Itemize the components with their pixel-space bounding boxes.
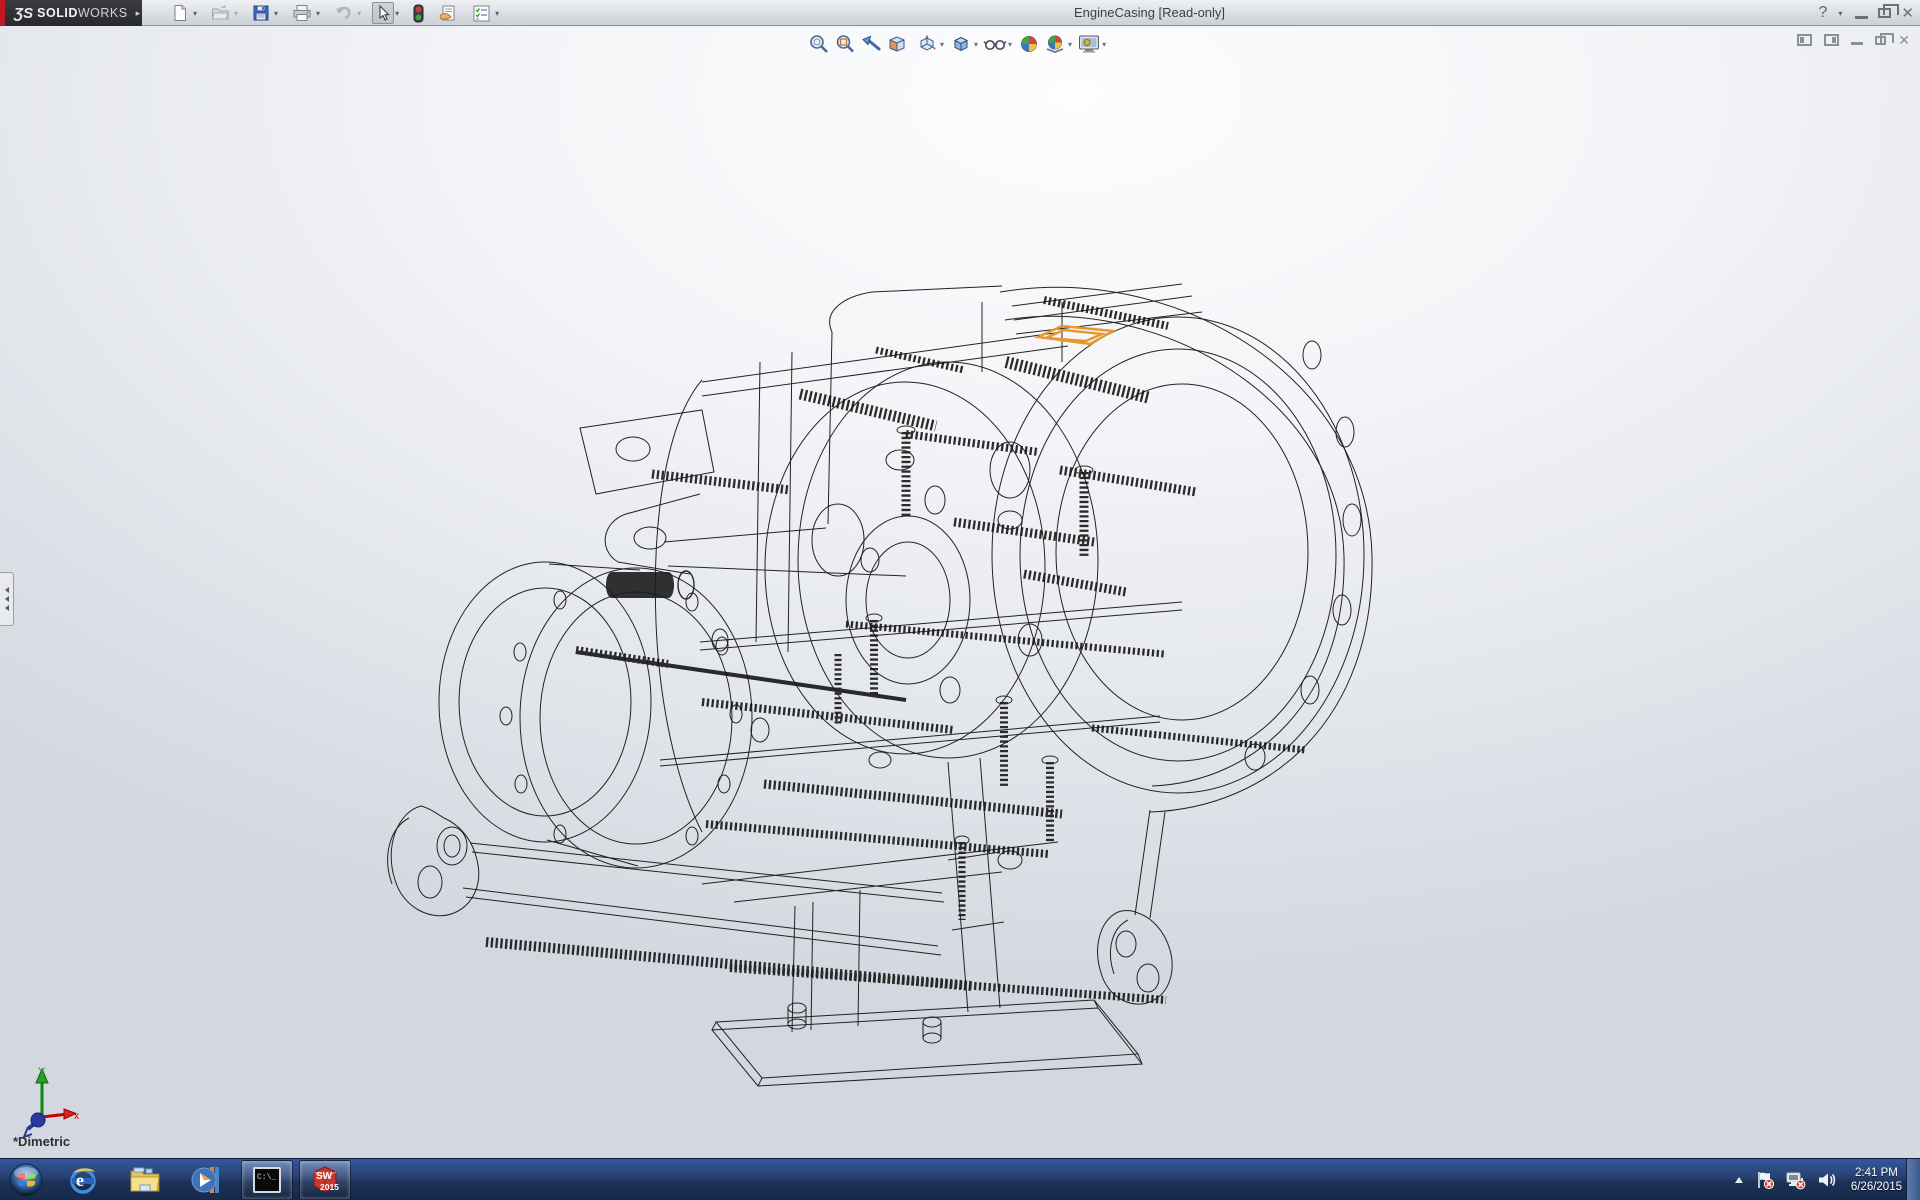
triad-y-label: Y [38,1066,46,1078]
logo-red-stripe [0,0,5,26]
orientation-label: *Dimetric [13,1134,70,1149]
windows-start-orb-icon [8,1162,44,1198]
logo-bold: SOLID [37,6,78,20]
options-button[interactable] [469,2,494,24]
taskbar: e [0,1158,1920,1200]
taskbar-solidworks-2015[interactable]: SW 2015 [299,1160,351,1200]
undo-icon [334,4,353,22]
screen: ƷS SOLIDWORKS ▸ ▾ ▾ [0,0,1920,1200]
shafts-and-springs [486,300,1306,1000]
restore-button[interactable] [1878,8,1891,18]
minimize-button[interactable] [1855,16,1868,19]
menu-expand-arrow-icon[interactable]: ▸ [136,8,141,19]
open-dropdown-arrow[interactable]: ▾ [234,9,238,18]
command-prompt-icon: C:\_ [251,1165,283,1195]
titlebar-controls: ? ▾ ✕ [1819,0,1915,26]
volume-icon [1817,1171,1837,1189]
help-dropdown-arrow[interactable]: ▾ [1838,9,1842,18]
show-hidden-icons-icon [1733,1175,1745,1185]
sw-text: SW [316,1171,333,1182]
file-properties-button[interactable] [435,2,461,24]
save-dropdown-arrow[interactable]: ▾ [274,9,278,18]
taskbar-command-prompt[interactable]: C:\_ [241,1160,293,1200]
rebuild-traffic-light-icon [413,4,424,23]
print-icon [292,4,312,22]
open-folder-icon [211,4,230,22]
ie-letter: e [76,1170,84,1190]
volume-button[interactable] [1817,1171,1837,1189]
sw-year: 2015 [320,1182,339,1192]
triad-x-label: x [74,1111,79,1122]
taskbar-clock[interactable]: 2:41 PM 6/26/2015 [1851,1166,1902,1194]
undo-button[interactable] [331,2,356,24]
internet-explorer-icon: e [67,1164,99,1196]
select-cursor-icon [375,5,391,22]
help-button[interactable]: ? [1819,5,1828,21]
orientation-triad: Y x [16,1065,80,1141]
solidworks-logo-symbol: ƷS [14,5,33,22]
show-hidden-icons-button[interactable] [1733,1175,1745,1185]
quick-access-toolbar: ▾ ▾ ▾ [168,1,502,25]
clock-time: 2:41 PM [1851,1166,1902,1180]
rebuild-button[interactable] [410,2,427,24]
window-title: EngineCasing [Read-only] [1074,5,1225,20]
select-dropdown-arrow[interactable]: ▾ [395,9,399,18]
left-flange-rings [439,562,752,868]
right-rocker-arm [1098,911,1172,1005]
select-button[interactable] [372,2,394,24]
show-desktop-button[interactable] [1906,1159,1920,1200]
action-center-flag-icon [1755,1170,1775,1190]
close-button[interactable]: ✕ [1901,4,1914,22]
solidworks-logo-text: SOLIDWORKS [37,6,127,20]
options-icon [472,4,491,23]
taskbar-internet-explorer[interactable]: e [53,1160,113,1200]
print-dropdown-arrow[interactable]: ▾ [316,9,320,18]
save-button[interactable] [249,2,273,24]
right-casing [830,284,1372,812]
new-document-icon [171,4,189,22]
taskbar-windows-explorer[interactable] [115,1160,175,1200]
solidworks-menu-button[interactable]: ƷS SOLIDWORKS ▸ [0,0,142,26]
new-dropdown-arrow[interactable]: ▾ [193,9,197,18]
network-error-icon [1785,1170,1807,1190]
network-status-button[interactable] [1785,1170,1807,1190]
save-icon [252,4,270,22]
media-player-icon [190,1164,224,1196]
system-tray: 2:41 PM 6/26/2015 [1733,1159,1902,1200]
title-bar: ƷS SOLIDWORKS ▸ ▾ ▾ [0,0,1920,26]
cmd-text: C:\_ [257,1173,276,1182]
base-plate [712,1000,1142,1086]
solidworks-2015-icon: SW 2015 [308,1163,342,1197]
start-button[interactable] [0,1159,52,1200]
options-dropdown-arrow[interactable]: ▾ [495,9,499,18]
graphics-viewport[interactable]: ▾ ▾ ▾ [0,27,1920,1158]
logo-light: WORKS [78,6,128,20]
file-properties-icon [438,4,458,23]
open-button[interactable] [208,2,233,24]
taskbar-media-player[interactable] [177,1160,237,1200]
new-document-button[interactable] [168,2,192,24]
print-button[interactable] [289,2,315,24]
folder-icon [128,1165,162,1195]
support-structure [792,758,1165,1032]
clock-date: 6/26/2015 [1851,1180,1902,1194]
highlighted-edge[interactable] [1038,326,1113,344]
action-center-button[interactable] [1755,1170,1775,1190]
undo-dropdown-arrow[interactable]: ▾ [357,9,361,18]
wireframe-engine-casing-model[interactable] [0,27,1920,1158]
left-rocker-arm [388,806,944,955]
upper-left-brackets [580,410,714,574]
